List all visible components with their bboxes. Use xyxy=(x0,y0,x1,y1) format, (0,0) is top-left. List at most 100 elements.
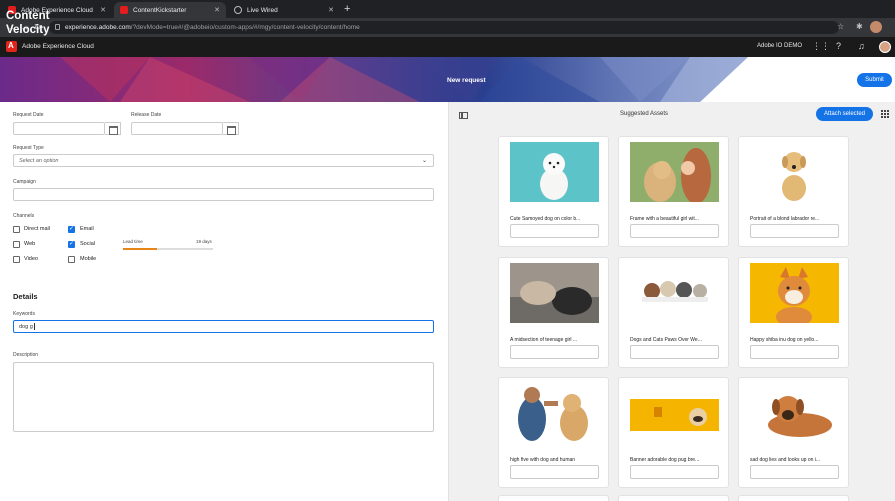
request-type-label: Request Type xyxy=(13,145,44,151)
email-label: Email xyxy=(80,226,94,232)
adobe-shell-header: Adobe Experience Cloud Adobe IO DEMO ⋮⋮ … xyxy=(0,37,895,57)
high-five-image xyxy=(518,387,588,441)
keywords-label: Keywords xyxy=(13,311,35,317)
lead-time-label: Lead time xyxy=(123,239,143,244)
asset-card[interactable]: high five with dog and human xyxy=(498,377,609,488)
asset-card[interactable]: sad dog lies and looks up on i... xyxy=(738,377,849,488)
asset-input[interactable] xyxy=(510,345,599,359)
mobile-checkbox[interactable] xyxy=(68,256,75,263)
campaign-input[interactable] xyxy=(13,188,434,201)
url-input[interactable]: experience.adobe.com /?devMode=true#/@ad… xyxy=(49,21,839,34)
asset-thumbnail xyxy=(630,263,719,323)
user-avatar[interactable] xyxy=(879,41,891,53)
teenage-girl-dog-image xyxy=(510,263,599,323)
tab-label: ContentKickstarter xyxy=(133,6,187,14)
panel-toggle-icon[interactable] xyxy=(459,112,468,119)
lead-time-meter xyxy=(123,248,213,250)
request-date-input[interactable] xyxy=(13,122,105,135)
asset-caption: Frame with a beautiful girl wit... xyxy=(630,216,699,222)
adobe-favicon-icon xyxy=(120,6,128,14)
shiba-inu-image xyxy=(776,267,812,323)
email-checkbox[interactable] xyxy=(68,225,75,233)
asset-card[interactable]: Banner adorable dog pug bre... xyxy=(618,377,729,488)
asset-thumbnail xyxy=(750,263,839,323)
release-date-input[interactable] xyxy=(131,122,223,135)
tab-contentkickstarter[interactable]: ContentKickstarter ✕ xyxy=(114,2,226,18)
calendar-icon[interactable] xyxy=(105,122,121,135)
asset-card[interactable] xyxy=(498,495,609,501)
new-tab-icon[interactable]: + xyxy=(344,3,350,15)
keywords-value: dog g xyxy=(19,323,33,330)
asset-card[interactable]: A midsection of teenage girl ... xyxy=(498,257,609,368)
keywords-input[interactable]: dog g xyxy=(13,320,434,333)
asset-caption: Banner adorable dog pug bre... xyxy=(630,457,700,463)
close-icon[interactable]: ✕ xyxy=(100,6,106,14)
grid-view-icon[interactable] xyxy=(881,110,889,118)
asset-caption: high five with dog and human xyxy=(510,457,576,463)
asset-card[interactable]: Portrait of a blond labrador re... xyxy=(738,136,849,247)
help-icon[interactable]: ? xyxy=(836,41,841,51)
asset-card[interactable]: Happy shiba inu dog on yello... xyxy=(738,257,849,368)
asset-caption: sad dog lies and looks up on i... xyxy=(750,457,821,463)
labrador-image xyxy=(782,152,806,201)
dogs-and-cats-image xyxy=(642,281,708,302)
browser-tab-bar: Adobe Experience Cloud ✕ ContentKickstar… xyxy=(0,0,895,18)
extensions-icon[interactable]: ✱ xyxy=(856,22,863,31)
campaign-label: Campaign xyxy=(13,179,36,185)
asset-card[interactable] xyxy=(618,495,729,501)
asset-thumbnail xyxy=(630,383,719,443)
asset-card[interactable] xyxy=(738,495,849,501)
app-grid-icon[interactable]: ⋮⋮ xyxy=(812,41,830,52)
browser-address-bar: ← → ↻ experience.adobe.com /?devMode=tru… xyxy=(0,18,895,37)
shell-title[interactable]: Adobe Experience Cloud xyxy=(22,43,94,50)
url-path: /?devMode=true#/@adobeio/custom-apps/#/m… xyxy=(130,24,360,31)
asset-input[interactable] xyxy=(630,224,719,238)
pug-banner-image xyxy=(630,399,719,431)
request-type-placeholder: Select an option xyxy=(19,157,59,164)
asset-caption: Happy shiba inu dog on yello... xyxy=(750,337,819,343)
calendar-icon[interactable] xyxy=(223,122,239,135)
asset-input[interactable] xyxy=(750,345,839,359)
attach-selected-button[interactable]: Attach selected xyxy=(816,107,873,121)
asset-card[interactable]: Cute Samoyed dog on color b... xyxy=(498,136,609,247)
text-cursor xyxy=(33,323,35,330)
video-checkbox[interactable] xyxy=(13,256,20,263)
direct-mail-label: Direct mail xyxy=(24,226,50,232)
asset-input[interactable] xyxy=(630,345,719,359)
request-date-label: Request Date xyxy=(13,112,44,118)
asset-thumbnail xyxy=(510,263,599,323)
mobile-label: Mobile xyxy=(80,256,97,262)
asset-input[interactable] xyxy=(510,224,599,238)
org-switcher[interactable]: Adobe IO DEMO xyxy=(757,43,802,49)
lead-time-value: 19 days xyxy=(196,239,212,244)
asset-input[interactable] xyxy=(750,224,839,238)
asset-input[interactable] xyxy=(750,465,839,479)
web-label: Web xyxy=(24,241,36,247)
description-textarea[interactable] xyxy=(13,362,434,432)
asset-input[interactable] xyxy=(510,465,599,479)
asset-card[interactable]: Dogs and Cats Paws Over We... xyxy=(618,257,729,368)
asset-thumbnail xyxy=(750,142,839,202)
web-checkbox[interactable] xyxy=(13,241,20,248)
direct-mail-checkbox[interactable] xyxy=(13,226,20,233)
asset-card[interactable]: Frame with a beautiful girl wit... xyxy=(618,136,729,247)
girl-with-dog-image xyxy=(630,142,719,202)
asset-input[interactable] xyxy=(630,465,719,479)
request-type-select[interactable]: Select an option ⌄ xyxy=(13,154,434,167)
submit-button[interactable]: Submit xyxy=(857,73,892,87)
adobe-logo-icon[interactable] xyxy=(6,41,17,52)
video-label: Video xyxy=(24,256,38,262)
asset-caption: Portrait of a blond labrador re... xyxy=(750,216,820,222)
browser-profile-avatar[interactable] xyxy=(870,21,882,33)
asset-caption: Cute Samoyed dog on color b... xyxy=(510,216,581,222)
bookmark-star-icon[interactable]: ☆ xyxy=(837,22,844,31)
details-heading: Details xyxy=(13,292,38,301)
channels-label: Channels xyxy=(13,213,35,219)
asset-thumbnail xyxy=(510,383,599,443)
tab-live-wired[interactable]: Live Wired ✕ xyxy=(228,2,340,18)
social-checkbox[interactable] xyxy=(68,240,75,248)
close-icon[interactable]: ✕ xyxy=(328,6,334,14)
close-icon[interactable]: ✕ xyxy=(214,6,220,14)
asset-caption: Dogs and Cats Paws Over We... xyxy=(630,337,702,343)
notifications-bell-icon[interactable]: ♫ xyxy=(858,41,865,51)
